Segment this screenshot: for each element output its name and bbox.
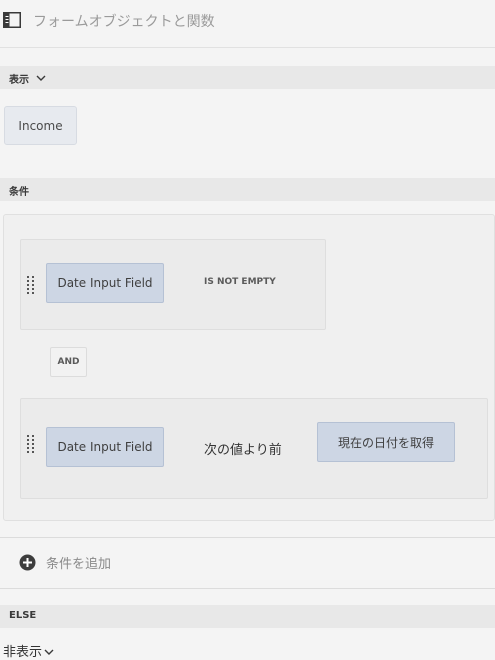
divider [0, 537, 495, 538]
add-condition-label[interactable]: 条件を追加 [46, 553, 111, 572]
drag-handle-icon[interactable] [27, 435, 35, 453]
condition-section-label: 条件 [9, 187, 29, 198]
action-type-label[interactable]: 表示 [9, 71, 29, 86]
panel-title: フォームオブジェクトと関数 [33, 14, 215, 30]
else-section-header: ELSE [0, 605, 495, 628]
panel-toggle-icon[interactable] [3, 12, 21, 28]
add-condition-button[interactable]: 条件を追加 [19, 552, 111, 572]
chevron-down-icon[interactable] [44, 648, 54, 656]
chevron-down-icon[interactable] [36, 74, 46, 82]
else-action-dropdown[interactable]: 非表示 [3, 641, 54, 660]
add-circle-icon[interactable] [19, 554, 36, 571]
condition-joiner[interactable]: AND [50, 347, 87, 377]
condition-section-header: 条件 [0, 178, 495, 201]
drag-handle-icon[interactable] [27, 276, 35, 294]
condition-operator[interactable]: 次の値より前 [204, 439, 282, 458]
divider [0, 588, 495, 589]
condition-field-chip[interactable]: Date Input Field [46, 263, 164, 303]
action-section-header[interactable]: 表示 [0, 66, 495, 89]
top-bar: フォームオブジェクトと関数 [0, 0, 495, 48]
condition-value-chip[interactable]: 現在の日付を取得 [317, 422, 455, 462]
target-object-chip[interactable]: Income [4, 106, 77, 145]
condition-operator[interactable]: IS NOT EMPTY [204, 277, 276, 287]
else-action-value[interactable]: 非表示 [3, 641, 42, 660]
else-section-label: ELSE [9, 610, 37, 621]
condition-field-chip[interactable]: Date Input Field [46, 427, 164, 467]
